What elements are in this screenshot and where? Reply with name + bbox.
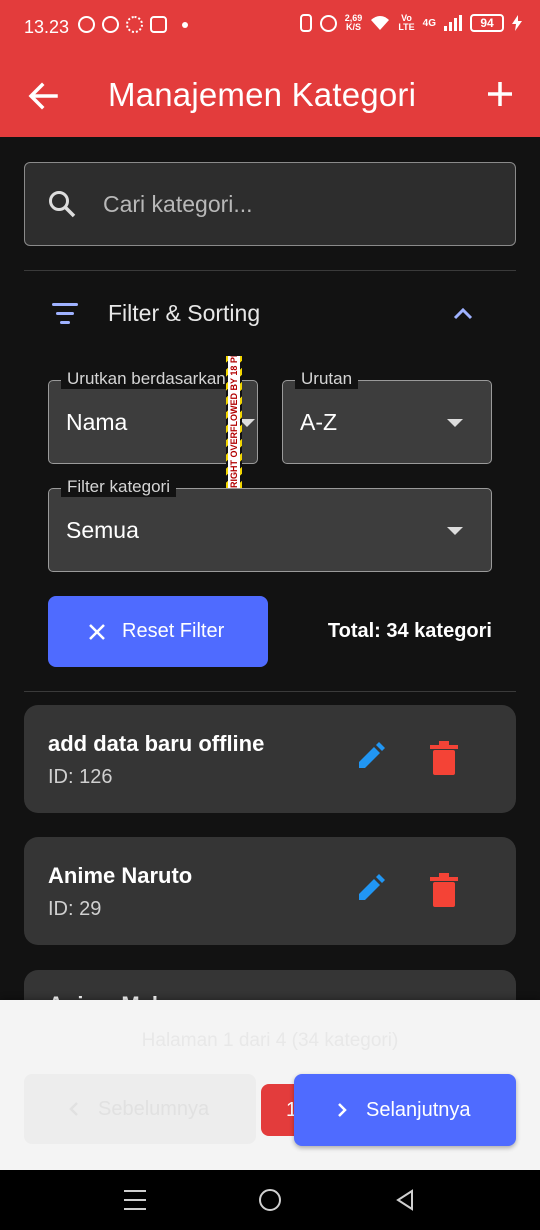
reset-filter-button[interactable]: Reset Filter bbox=[48, 596, 268, 667]
recent-apps-icon[interactable] bbox=[124, 1190, 146, 1210]
filter-header[interactable]: Filter & Sorting bbox=[24, 272, 516, 354]
category-filter-value: Semua bbox=[66, 517, 139, 543]
network-type: 4G bbox=[422, 17, 436, 29]
close-icon bbox=[89, 623, 105, 640]
category-name: Anime Naruto bbox=[48, 863, 193, 888]
status-right: 2,69 K/S Vo LTE 4G 94 bbox=[299, 13, 522, 32]
filter-title: Filter & Sorting bbox=[108, 300, 261, 326]
volte-indicator: Vo LTE bbox=[398, 13, 415, 32]
whatsapp-icon bbox=[78, 16, 95, 33]
previous-page-label: Sebelumnya bbox=[98, 1097, 210, 1120]
chevron-left-icon bbox=[69, 1102, 78, 1116]
chevron-up-icon[interactable] bbox=[450, 302, 476, 326]
battery-icon: 94 bbox=[470, 14, 504, 32]
next-page-label: Selanjutnya bbox=[366, 1098, 471, 1121]
edit-icon[interactable] bbox=[354, 873, 386, 905]
search-input[interactable] bbox=[103, 181, 493, 227]
sort-by-label: Urutkan berdasarkan bbox=[61, 369, 232, 389]
order-dropdown[interactable]: Urutan A-Z bbox=[282, 369, 492, 464]
charging-icon bbox=[512, 15, 522, 31]
arrow-left-icon[interactable] bbox=[26, 78, 60, 114]
category-id: ID: 29 bbox=[48, 898, 102, 920]
chat-icon bbox=[102, 16, 119, 33]
notification-icons bbox=[78, 16, 188, 33]
category-card[interactable]: Anime Naruto ID: 29 bbox=[24, 837, 516, 945]
network-speed: 2,69 K/S bbox=[344, 13, 363, 32]
total-count: Total: 34 kategori bbox=[327, 620, 492, 642]
plus-icon[interactable] bbox=[482, 74, 518, 114]
status-time: 13.23 bbox=[24, 17, 70, 37]
page-title: Manajemen Kategori bbox=[108, 76, 417, 113]
status-bar: 13.23 2,69 K/S Vo LTE 4G 94 bbox=[0, 0, 540, 56]
previous-page-button[interactable]: Sebelumnya bbox=[24, 1074, 256, 1144]
next-page-button[interactable]: Selanjutnya bbox=[294, 1074, 516, 1146]
chevron-down-icon bbox=[447, 527, 463, 535]
sort-by-value: Nama bbox=[66, 409, 128, 435]
instagram-icon bbox=[150, 16, 167, 33]
search-field[interactable] bbox=[24, 162, 516, 246]
settings-icon bbox=[126, 16, 143, 33]
chevron-down-icon bbox=[447, 419, 463, 427]
signal-icon bbox=[444, 15, 462, 31]
vibrate-icon bbox=[299, 14, 312, 32]
category-card[interactable]: add data baru offline ID: 126 bbox=[24, 705, 516, 813]
category-id: ID: 126 bbox=[48, 766, 113, 788]
delete-icon[interactable] bbox=[429, 741, 459, 775]
search-icon bbox=[49, 191, 76, 218]
home-icon[interactable] bbox=[259, 1189, 281, 1211]
alarm-icon bbox=[319, 14, 337, 32]
order-value: A-Z bbox=[300, 409, 338, 435]
top-bar: 13.23 2,69 K/S Vo LTE 4G 94 Manajemen Kate… bbox=[0, 0, 540, 137]
category-filter-dropdown[interactable]: Filter kategori Semua bbox=[48, 477, 492, 572]
divider bbox=[24, 691, 516, 692]
category-filter-label: Filter kategori bbox=[61, 477, 176, 497]
back-triangle-icon[interactable] bbox=[394, 1189, 416, 1211]
pagination-bar: Halaman 1 dari 4 (34 kategori) Sebelumny… bbox=[0, 1000, 540, 1170]
pagination-info: Halaman 1 dari 4 (34 kategori) bbox=[141, 1030, 399, 1051]
chevron-right-icon bbox=[338, 1103, 347, 1117]
order-label: Urutan bbox=[295, 369, 359, 389]
divider bbox=[24, 270, 516, 271]
app-bar: Manajemen Kategori bbox=[0, 56, 540, 137]
filter-icon bbox=[52, 303, 78, 325]
reset-filter-label: Reset Filter bbox=[122, 620, 225, 642]
wifi-icon bbox=[371, 16, 390, 30]
category-name: add data baru offline bbox=[48, 731, 265, 756]
overflow-warning: RIGHT OVERFLOWED BY 18 PIXELS bbox=[228, 356, 240, 488]
system-nav-bar bbox=[0, 1170, 540, 1230]
more-notifications-icon bbox=[182, 21, 188, 28]
edit-icon[interactable] bbox=[354, 741, 386, 773]
battery-level: 94 bbox=[480, 16, 494, 30]
delete-icon[interactable] bbox=[429, 873, 459, 907]
